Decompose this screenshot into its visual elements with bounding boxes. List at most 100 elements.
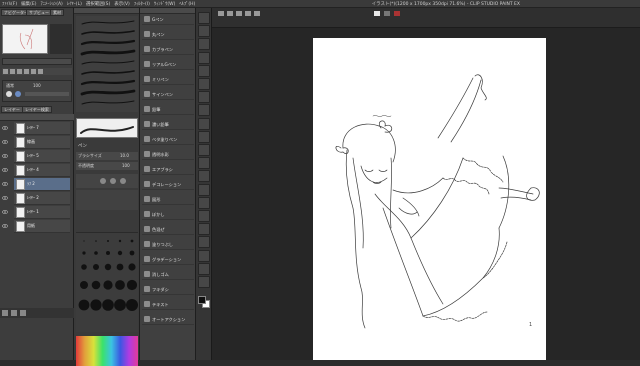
- layer-row[interactable]: ﾗﾌ 2: [2, 178, 70, 191]
- menu-item-edit[interactable]: 編集(E): [21, 1, 36, 7]
- visibility-eye-icon[interactable]: [2, 139, 8, 145]
- layer-mask-icon[interactable]: [15, 91, 21, 97]
- new-file-icon[interactable]: [218, 11, 224, 16]
- subtool-item[interactable]: グラデーション: [142, 254, 194, 265]
- layer-property-slider[interactable]: [25, 92, 69, 96]
- layer-row[interactable]: 線画: [2, 136, 70, 149]
- visibility-eye-icon[interactable]: [2, 195, 8, 201]
- subtool-item[interactable]: 鉛筆: [142, 104, 194, 115]
- brush-preset[interactable]: [78, 88, 138, 97]
- delete-layer-icon[interactable]: [20, 310, 26, 316]
- rotate-left-icon[interactable]: [24, 69, 29, 74]
- new-layer-icon[interactable]: [2, 310, 8, 316]
- navigator-zoom-bar[interactable]: [2, 58, 72, 65]
- subtool-item[interactable]: カブラペン: [142, 44, 194, 55]
- ruler-icon[interactable]: [198, 223, 210, 236]
- menu-item-file[interactable]: ﾌｧｲﾙ(F): [2, 1, 17, 7]
- subtool-item[interactable]: ベタ塗りペン: [142, 134, 194, 145]
- zoom-icon[interactable]: [198, 12, 210, 24]
- brush-preset[interactable]: [78, 48, 138, 57]
- layer-opacity-value[interactable]: 100: [33, 83, 41, 88]
- fill-icon[interactable]: [384, 11, 390, 16]
- subtool-item[interactable]: 消しゴム: [142, 269, 194, 280]
- correct-icon[interactable]: [198, 276, 210, 288]
- layer-row[interactable]: ﾚｲﾔｰ 7: [2, 122, 70, 135]
- option-circle-icon[interactable]: [110, 178, 116, 184]
- brush-preset[interactable]: [78, 18, 138, 27]
- layer-row[interactable]: ﾚｲﾔｰ 5: [2, 150, 70, 163]
- subtool-item[interactable]: リアルGペン: [142, 59, 194, 70]
- rotate-right-icon[interactable]: [31, 69, 36, 74]
- brush-size-dots-icon[interactable]: [76, 233, 138, 333]
- brush-preset[interactable]: [78, 98, 138, 107]
- subtool-item[interactable]: エアブラシ: [142, 164, 194, 175]
- canvas-paper[interactable]: 1: [313, 38, 546, 360]
- layer-row[interactable]: 用紙: [2, 220, 70, 233]
- navigator-slider-area[interactable]: [50, 24, 72, 54]
- tab-layer[interactable]: レイヤー: [1, 106, 23, 113]
- menu-item-help[interactable]: ﾍﾙﾌﾟ(H): [179, 1, 195, 7]
- brush-preset[interactable]: [78, 28, 138, 37]
- brush-size-row[interactable]: ブラシサイズ 10.0: [76, 152, 138, 160]
- visibility-eye-icon[interactable]: [2, 181, 8, 187]
- pen-icon[interactable]: [198, 78, 210, 90]
- subtool-item[interactable]: デコレーション: [142, 179, 194, 190]
- gradient-icon[interactable]: [198, 183, 210, 196]
- decoration-icon[interactable]: [198, 130, 210, 143]
- option-circle-icon[interactable]: [100, 178, 106, 184]
- line-correct-icon[interactable]: [198, 262, 210, 275]
- move-icon[interactable]: [198, 25, 210, 38]
- fill-icon[interactable]: [198, 170, 210, 183]
- layer-row[interactable]: ﾚｲﾔｰ 2: [2, 192, 70, 205]
- subtool-item[interactable]: 濃い鉛筆: [142, 119, 194, 130]
- subtool-item[interactable]: 塗りつぶし: [142, 239, 194, 250]
- balloon-icon[interactable]: [198, 249, 210, 262]
- layer-color-icon[interactable]: [6, 91, 12, 97]
- eyedropper-icon[interactable]: [198, 64, 210, 77]
- eraser-icon[interactable]: [198, 144, 210, 156]
- save-icon[interactable]: [236, 11, 242, 16]
- navigator-thumbnail[interactable]: [2, 24, 48, 54]
- color-palette[interactable]: [76, 336, 138, 366]
- airbrush-icon[interactable]: [198, 117, 210, 130]
- blend-mode-select[interactable]: 通常: [6, 83, 14, 89]
- opacity-row[interactable]: 不透明度 100: [76, 162, 138, 170]
- visibility-eye-icon[interactable]: [2, 153, 8, 159]
- brush-preset[interactable]: [78, 38, 138, 47]
- zoom-in-icon[interactable]: [10, 69, 15, 74]
- figure-icon[interactable]: [198, 196, 210, 209]
- tab-material[interactable]: 素材: [50, 9, 64, 16]
- brush-icon[interactable]: [198, 104, 210, 117]
- stabilization-row[interactable]: [76, 174, 138, 188]
- brush-preset[interactable]: [78, 58, 138, 67]
- subtool-item[interactable]: オートアクション: [142, 314, 194, 325]
- subtool-item[interactable]: サインペン: [142, 89, 194, 100]
- tab-layer-search[interactable]: レイヤー検索: [22, 106, 52, 113]
- blend-icon[interactable]: [198, 157, 210, 170]
- layer-row[interactable]: ﾚｲﾔｰ 4: [2, 164, 70, 177]
- subtool-item[interactable]: ぼかし: [142, 209, 194, 220]
- text-icon[interactable]: [198, 236, 210, 249]
- clear-icon[interactable]: [374, 11, 380, 16]
- opacity-value[interactable]: 100: [122, 163, 130, 168]
- undo-icon[interactable]: [245, 11, 251, 16]
- option-circle-icon[interactable]: [120, 178, 126, 184]
- subtool-item[interactable]: テキスト: [142, 299, 194, 310]
- color-spectrum[interactable]: [76, 336, 138, 366]
- visibility-eye-icon[interactable]: [2, 223, 8, 229]
- flip-icon[interactable]: [38, 69, 43, 74]
- menu-item-select[interactable]: 選択範囲(S): [86, 1, 110, 7]
- lasso-icon[interactable]: [198, 51, 210, 64]
- subtool-item[interactable]: 丸ペン: [142, 29, 194, 40]
- menu-item-view[interactable]: 表示(V): [114, 1, 130, 7]
- menu-item-animation[interactable]: ｱﾆﾒｰｼｮﾝ(A): [40, 1, 62, 7]
- brush-preset[interactable]: [78, 78, 138, 87]
- pencil-icon[interactable]: [198, 91, 210, 104]
- brush-size-value[interactable]: 10.0: [120, 153, 129, 158]
- subtool-item[interactable]: Gペン: [142, 14, 194, 25]
- redo-icon[interactable]: [254, 11, 260, 16]
- subtool-item[interactable]: 色混ぜ: [142, 224, 194, 235]
- open-file-icon[interactable]: [227, 11, 233, 16]
- select-icon[interactable]: [198, 38, 210, 51]
- zoom-out-icon[interactable]: [3, 69, 8, 74]
